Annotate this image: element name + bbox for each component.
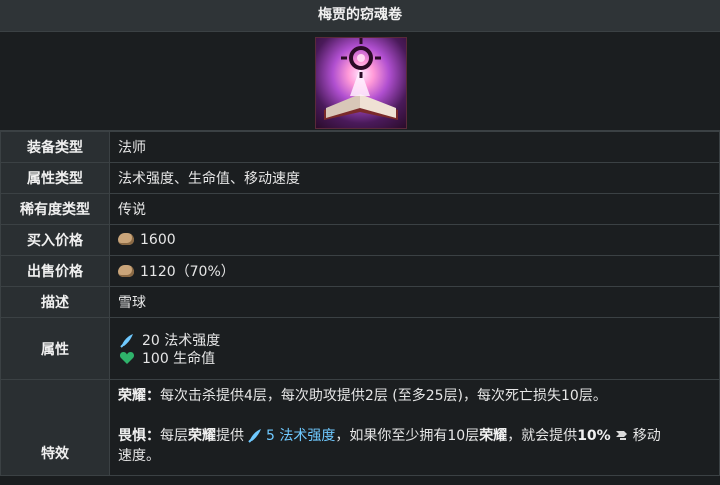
row-rarity: 稀有度类型 传说 <box>0 193 720 225</box>
item-image-icon <box>315 37 407 129</box>
row-equip-type: 装备类型 法师 <box>0 131 720 163</box>
value-stats-type: 法术强度、生命值、移动速度 <box>109 162 720 194</box>
row-buy-price: 买入价格 1600 <box>0 224 720 256</box>
value-buy-price: 1600 <box>109 224 720 256</box>
value-rarity: 传说 <box>109 193 720 225</box>
effect-dread-text-3: ，如果你至少拥有10层 <box>335 428 480 444</box>
effect-dread-text-4: ，就会提供 <box>507 428 578 444</box>
effect-dread-keyword-glory-1: 荣耀 <box>188 428 216 444</box>
stat-health: 100 生命值 <box>118 349 711 367</box>
label-rarity: 稀有度类型 <box>0 193 110 225</box>
item-title: 梅贾的窃魂卷 <box>0 0 720 32</box>
buy-price-text: 1600 <box>140 232 176 248</box>
effects-spacer <box>118 406 711 426</box>
sell-price-text: 1120（70%） <box>140 264 235 280</box>
effect-glory-title: 荣耀： <box>118 388 160 404</box>
gold-coin-icon <box>118 233 134 245</box>
stat-health-text: 100 生命值 <box>142 350 216 367</box>
row-description: 描述 雪球 <box>0 286 720 318</box>
gold-coin-icon <box>118 265 134 277</box>
effect-dread-percent: 10% <box>577 428 611 444</box>
value-effects: 荣耀：每次击杀提供4层，每次助攻提供2层 (至多25层)，每次死亡损失10层。 … <box>109 379 720 476</box>
ability-power-icon <box>247 427 263 443</box>
effect-glory-text: 每次击杀提供4层，每次助攻提供2层 (至多25层)，每次死亡损失10层。 <box>160 388 607 404</box>
attributes-table: 装备类型 法师 属性类型 法术强度、生命值、移动速度 稀有度类型 传说 买入价格… <box>0 131 720 476</box>
ability-power-icon <box>118 331 136 349</box>
label-stats-type: 属性类型 <box>0 162 110 194</box>
item-info-panel: 梅贾的窃魂卷 装备类型 法师 属性类型 法术强度、生命值、移动速度 稀有度类型 … <box>0 0 720 485</box>
stat-ability-power: 20 法术强度 <box>118 331 711 349</box>
effect-dread-text-6: 速度。 <box>118 448 160 464</box>
item-icon-row <box>0 32 720 131</box>
effect-dread-title: 畏惧： <box>118 428 160 444</box>
effect-dread-text-1: 每层 <box>160 428 188 444</box>
label-effects: 特效 <box>0 379 110 476</box>
move-speed-icon <box>614 427 630 443</box>
row-effects: 特效 荣耀：每次击杀提供4层，每次助攻提供2层 (至多25层)，每次死亡损失10… <box>0 379 720 476</box>
label-attributes: 属性 <box>0 317 110 380</box>
effect-dread: 畏惧：每层荣耀提供 5 法术强度，如果你至少拥有10层荣耀，就会提供10% 移动 速度… <box>118 426 711 466</box>
label-buy-price: 买入价格 <box>0 224 110 256</box>
label-sell-price: 出售价格 <box>0 255 110 287</box>
value-sell-price: 1120（70%） <box>109 255 720 287</box>
row-sell-price: 出售价格 1120（70%） <box>0 255 720 287</box>
effect-dread-ap: 5 法术强度 <box>266 428 336 444</box>
value-description: 雪球 <box>109 286 720 318</box>
row-stats-type: 属性类型 法术强度、生命值、移动速度 <box>0 162 720 194</box>
label-equip-type: 装备类型 <box>0 131 110 163</box>
health-heart-icon <box>118 349 136 367</box>
stat-ability-power-text: 20 法术强度 <box>142 332 221 349</box>
value-attributes: 20 法术强度 100 生命值 <box>109 317 720 380</box>
effect-glory: 荣耀：每次击杀提供4层，每次助攻提供2层 (至多25层)，每次死亡损失10层。 <box>118 386 711 406</box>
effect-dread-keyword-glory-2: 荣耀 <box>479 428 508 444</box>
label-description: 描述 <box>0 286 110 318</box>
row-attributes: 属性 20 法术强度 100 生命值 <box>0 317 720 380</box>
value-equip-type: 法师 <box>109 131 720 163</box>
effect-dread-text-5: 移动 <box>632 428 661 444</box>
effect-dread-text-2: 提供 <box>216 428 244 444</box>
